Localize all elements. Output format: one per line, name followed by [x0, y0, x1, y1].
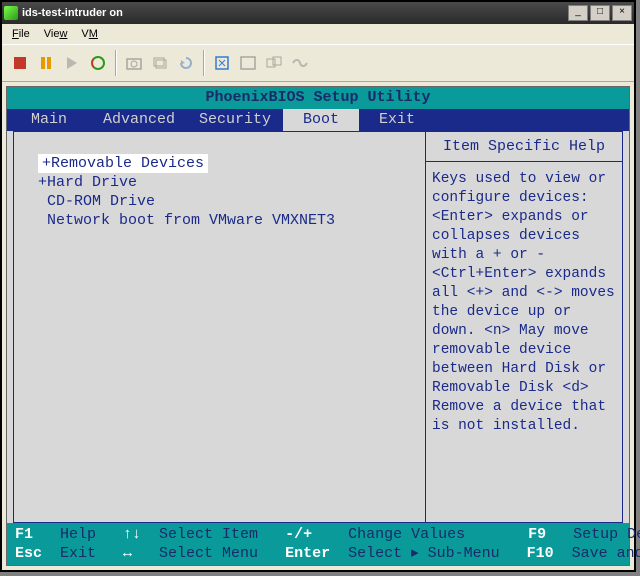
unity-icon [266, 56, 282, 70]
menu-vm[interactable]: VM [75, 26, 104, 42]
toolbar [2, 44, 634, 82]
refresh-icon [91, 56, 105, 70]
pause-icon [41, 57, 51, 69]
boot-item-selected[interactable]: Removable Devices [38, 154, 208, 173]
bios-footer: F1 Help ↑↓ Select Item -/+ Change Values… [7, 523, 629, 565]
stop-icon [14, 57, 26, 69]
play-button[interactable] [60, 51, 84, 75]
fullscreen-button[interactable] [236, 51, 260, 75]
bios-boot-list[interactable]: Removable DevicesHard DriveCD-ROM DriveN… [14, 132, 426, 522]
toolbar-separator [203, 50, 205, 76]
toolbar-separator [115, 50, 117, 76]
connect-icon [291, 56, 309, 70]
bios-tab-security[interactable]: Security [187, 109, 283, 131]
bios-help-title: Item Specific Help [426, 132, 622, 162]
titlebar[interactable]: ids-test-intruder on _ □ × [2, 2, 634, 24]
pause-button[interactable] [34, 51, 58, 75]
maximize-button[interactable]: □ [590, 5, 610, 21]
camera-icon [126, 56, 142, 70]
bios-help-text: Keys used to view or configure devices: … [426, 162, 622, 444]
snapshot-icon [152, 56, 168, 70]
boot-item[interactable]: CD-ROM Drive [20, 192, 419, 211]
revert-icon [178, 56, 194, 70]
menu-view[interactable]: View [38, 26, 74, 42]
close-button[interactable]: × [612, 5, 632, 21]
bios-tab-main[interactable]: Main [7, 109, 91, 131]
play-icon [67, 57, 77, 69]
menu-file[interactable]: File [6, 26, 36, 42]
bios-tab-boot[interactable]: Boot [283, 109, 359, 131]
bios-screen[interactable]: PhoenixBIOS Setup Utility MainAdvancedSe… [6, 86, 630, 566]
revert-button[interactable] [174, 51, 198, 75]
bios-tab-advanced[interactable]: Advanced [91, 109, 187, 131]
snapshot-button[interactable] [122, 51, 146, 75]
boot-item[interactable]: Hard Drive [20, 173, 419, 192]
vm-console-window: ids-test-intruder on _ □ × File View VM … [0, 0, 636, 572]
bios-tabbar: MainAdvancedSecurityBootExit [7, 109, 629, 131]
app-icon [4, 6, 18, 20]
menubar: File View VM [2, 24, 634, 44]
settings-icon [214, 55, 230, 71]
boot-item[interactable]: Network boot from VMware VMXNET3 [20, 211, 419, 230]
settings-button[interactable] [210, 51, 234, 75]
fullscreen-icon [240, 56, 256, 70]
bios-tab-exit[interactable]: Exit [359, 109, 435, 131]
window-title: ids-test-intruder on [22, 7, 123, 19]
stop-button[interactable] [8, 51, 32, 75]
refresh-button[interactable] [86, 51, 110, 75]
bios-help-panel: Item Specific Help Keys used to view or … [426, 132, 622, 522]
connect-devices-button[interactable] [288, 51, 312, 75]
bios-title: PhoenixBIOS Setup Utility [7, 87, 629, 109]
snapshot-manager-button[interactable] [148, 51, 172, 75]
unity-button[interactable] [262, 51, 286, 75]
minimize-button[interactable]: _ [568, 5, 588, 21]
